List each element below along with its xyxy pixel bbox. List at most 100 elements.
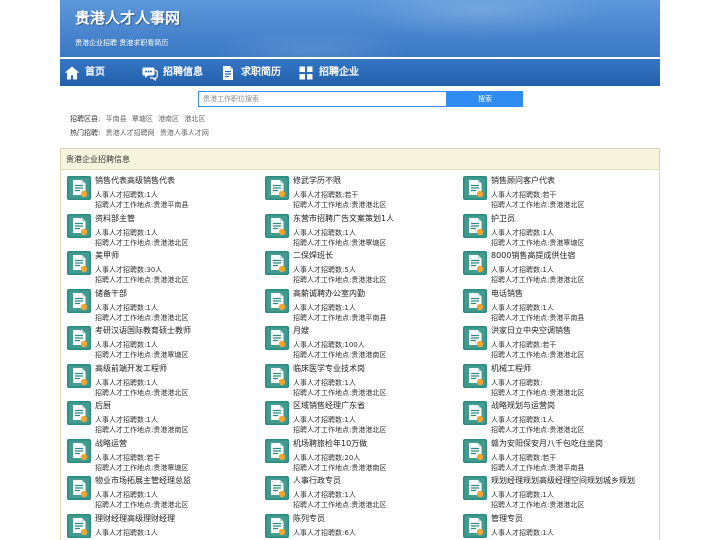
job-location: 招聘人才工作地点:贵港港北区 [95,275,188,285]
job-item[interactable]: 洪家日立中央空调销售 人事人才招聘数:若干 招聘人才工作地点:贵港港北区 [457,324,655,362]
job-title[interactable]: 后厨 [95,400,188,412]
job-grid: 销售代表高级销售代表 人事人才招聘数:1人 招聘人才工作地点:贵港平南县 修武学历不限… [61,174,659,539]
job-location: 招聘人才工作地点:贵港港北区 [95,388,188,398]
job-item[interactable]: 美甲师 人事人才招聘数:30人 招聘人才工作地点:贵港港北区 [61,249,259,287]
job-document-icon [67,513,91,538]
job-title[interactable]: 管理专员 [491,513,554,525]
job-location-value: 贵港覃塘区 [351,238,387,247]
job-location-value: 贵港港北区 [153,501,189,509]
job-title[interactable]: 物业市场拓展主管经理总监 [95,475,191,487]
job-item[interactable]: 机械工程师 人事人才招聘数: 招聘人才工作地点:贵港港北区 [457,362,655,400]
nav-item-companies[interactable]: 招聘企业 [298,59,376,86]
job-text: 陈列专员 人事人才招聘数:6人 [293,513,356,538]
nav-item-resumes[interactable]: 求职简历 [220,59,298,86]
job-title[interactable]: 修武学历不限 [293,175,386,187]
job-title[interactable]: 销售代表高级销售代表 [95,175,188,187]
job-title[interactable]: 8000销售高提成供住宿 [491,250,584,262]
job-title[interactable]: 高薪诚聘办公室内勤 [293,288,386,300]
job-location-value: 贵港港北区 [153,238,189,247]
hot-link[interactable]: 贵港人才招聘网 [106,129,155,137]
district-link[interactable]: 覃塘区 [132,115,153,123]
job-item[interactable]: 月嫂 人事人才招聘数:100人 招聘人才工作地点:贵港港南区 [259,324,457,362]
job-title[interactable]: 战略运营 [95,438,188,450]
job-title[interactable]: 规划经理规划高级经理空间规划城乡规划 [491,475,635,487]
job-item[interactable]: 管理专员 人事人才招聘数:1人 [457,512,655,540]
job-count-label: 人事人才招聘数: [95,378,147,387]
job-item[interactable]: 高薪诚聘办公室内勤 人事人才招聘数:1人 招聘人才工作地点:贵港平南县 [259,287,457,325]
job-item[interactable]: 8000销售高提成供住宿 人事人才招聘数:1人 招聘人才工作地点:贵港港北区 [457,249,655,287]
nav-item-jobs[interactable]: 招聘信息 [142,59,220,86]
job-count-label: 人事人才招聘数: [95,453,147,462]
job-count: 人事人才招聘数:若干 [293,190,386,200]
job-item[interactable]: 销售代表高级销售代表 人事人才招聘数:1人 招聘人才工作地点:贵港平南县 [61,174,259,212]
job-location-value: 贵港港北区 [549,201,585,209]
search-button[interactable]: 搜索 [447,91,523,107]
job-location-label: 招聘人才工作地点: [95,238,154,247]
job-item[interactable]: 考研汉语国际教育硕士教师 人事人才招聘数:1人 招聘人才工作地点:贵港覃塘区 [61,324,259,362]
job-item[interactable]: 规划经理规划高级经理空间规划城乡规划 人事人才招聘数:1人 招聘人才工作地点:贵港港… [457,474,655,512]
job-title[interactable]: 理财经理高级理财经理 [95,513,175,525]
job-item[interactable]: 护卫员 人事人才招聘数:1人 招聘人才工作地点:贵港覃塘区 [457,212,655,250]
job-item[interactable]: 物业市场拓展主管经理总监 人事人才招聘数:1人 招聘人才工作地点:贵港港北区 [61,474,259,512]
job-title[interactable]: 机场聘旅检年10万做 [293,438,386,450]
job-item[interactable]: 理财经理高级理财经理 人事人才招聘数:1人 [61,512,259,540]
job-item[interactable]: 赣为安阳保安月八千包吃住坐岗 人事人才招聘数:若干 招聘人才工作地点:贵港平南县 [457,437,655,475]
job-item[interactable]: 销售顾问客户代表 人事人才招聘数:若干 招聘人才工作地点:贵港港北区 [457,174,655,212]
job-item[interactable]: 陈列专员 人事人才招聘数:6人 [259,512,457,540]
main-nav: 首页 招聘信息 求职简历 招聘企业 [60,59,660,86]
job-document-icon [265,326,289,350]
job-item[interactable]: 战略规划与运营岗 人事人才招聘数:1人 招聘人才工作地点:贵港港北区 [457,399,655,437]
job-count-label: 人事人才招聘数: [293,378,345,387]
job-location-label: 招聘人才工作地点: [95,501,154,509]
job-title[interactable]: 区域销售经理广东省 [293,400,386,412]
site-title[interactable]: 贵港人才人事网 [75,9,180,27]
job-location: 招聘人才工作地点:贵港港北区 [491,425,584,435]
job-item[interactable]: 战略运营 人事人才招聘数:若干 招聘人才工作地点:贵港覃塘区 [61,437,259,475]
nav-item-home[interactable]: 首页 [64,59,142,86]
job-item[interactable]: 储备干部 人事人才招聘数:1人 招聘人才工作地点:贵港港北区 [61,287,259,325]
job-item[interactable]: 区域销售经理广东省 人事人才招聘数:1人 招聘人才工作地点:贵港港北区 [259,399,457,437]
job-text: 理财经理高级理财经理 人事人才招聘数:1人 [95,513,175,538]
district-link[interactable]: 港北区 [184,115,205,123]
job-title[interactable]: 护卫员 [491,213,584,225]
job-title[interactable]: 考研汉语国际教育硕士教师 [95,325,191,337]
job-item[interactable]: 电话销售 人事人才招聘数:1人 招聘人才工作地点:贵港平南县 [457,287,655,325]
job-location-label: 招聘人才工作地点: [293,238,352,247]
job-title[interactable]: 资料部主管 [95,213,188,225]
job-location-value: 贵港平南县 [549,313,585,322]
job-count: 人事人才招聘数:1人 [95,303,188,313]
job-count: 人事人才招聘数: [491,378,584,388]
job-title[interactable]: 销售顾问客户代表 [491,175,584,187]
job-title[interactable]: 美甲师 [95,250,188,262]
job-item[interactable]: 修武学历不限 人事人才招聘数:若干 招聘人才工作地点:贵港港北区 [259,174,457,212]
job-title[interactable]: 人事行政专员 [293,475,386,487]
job-item[interactable]: 资料部主管 人事人才招聘数:1人 招聘人才工作地点:贵港港北区 [61,212,259,250]
job-item[interactable]: 人事行政专员 人事人才招聘数:1人 招聘人才工作地点:贵港港北区 [259,474,457,512]
job-title[interactable]: 战略规划与运营岗 [491,400,584,412]
job-title[interactable]: 东营市招聘广告文案策划1人 [293,213,394,225]
hot-link[interactable]: 贵港人事人才网 [160,129,209,137]
job-item[interactable]: 二保焊班长 人事人才招聘数:5人 招聘人才工作地点:贵港港北区 [259,249,457,287]
district-link[interactable]: 港南区 [158,115,179,123]
job-title[interactable]: 电话销售 [491,288,584,300]
job-item[interactable]: 机场聘旅检年10万做 人事人才招聘数:20人 招聘人才工作地点:贵港港南区 [259,437,457,475]
job-item[interactable]: 高级前端开发工程师 人事人才招聘数:1人 招聘人才工作地点:贵港港北区 [61,362,259,400]
job-text: 8000销售高提成供住宿 人事人才招聘数:1人 招聘人才工作地点:贵港港北区 [491,250,584,285]
job-location-value: 贵港港北区 [351,276,387,284]
search-input[interactable] [198,91,447,107]
job-item[interactable]: 后厨 人事人才招聘数:1人 招聘人才工作地点:贵港港南区 [61,399,259,437]
job-location-value: 贵港港北区 [549,351,585,359]
job-title[interactable]: 二保焊班长 [293,250,386,262]
job-item[interactable]: 东营市招聘广告文案策划1人 人事人才招聘数:1人 招聘人才工作地点:贵港覃塘区 [259,212,457,250]
job-title[interactable]: 月嫂 [293,325,386,337]
job-title[interactable]: 高级前端开发工程师 [95,363,188,375]
job-title[interactable]: 赣为安阳保安月八千包吃住坐岗 [491,438,603,450]
job-title[interactable]: 陈列专员 [293,513,356,525]
job-count-label: 人事人才招聘数: [95,266,147,274]
job-title[interactable]: 洪家日立中央空调销售 [491,325,584,337]
job-item[interactable]: 临床医学专业技术岗 人事人才招聘数:1人 招聘人才工作地点:贵港港北区 [259,362,457,400]
job-title[interactable]: 临床医学专业技术岗 [293,363,386,375]
district-link[interactable]: 平南县 [106,115,127,123]
job-title[interactable]: 储备干部 [95,288,188,300]
job-title[interactable]: 机械工程师 [491,363,584,375]
